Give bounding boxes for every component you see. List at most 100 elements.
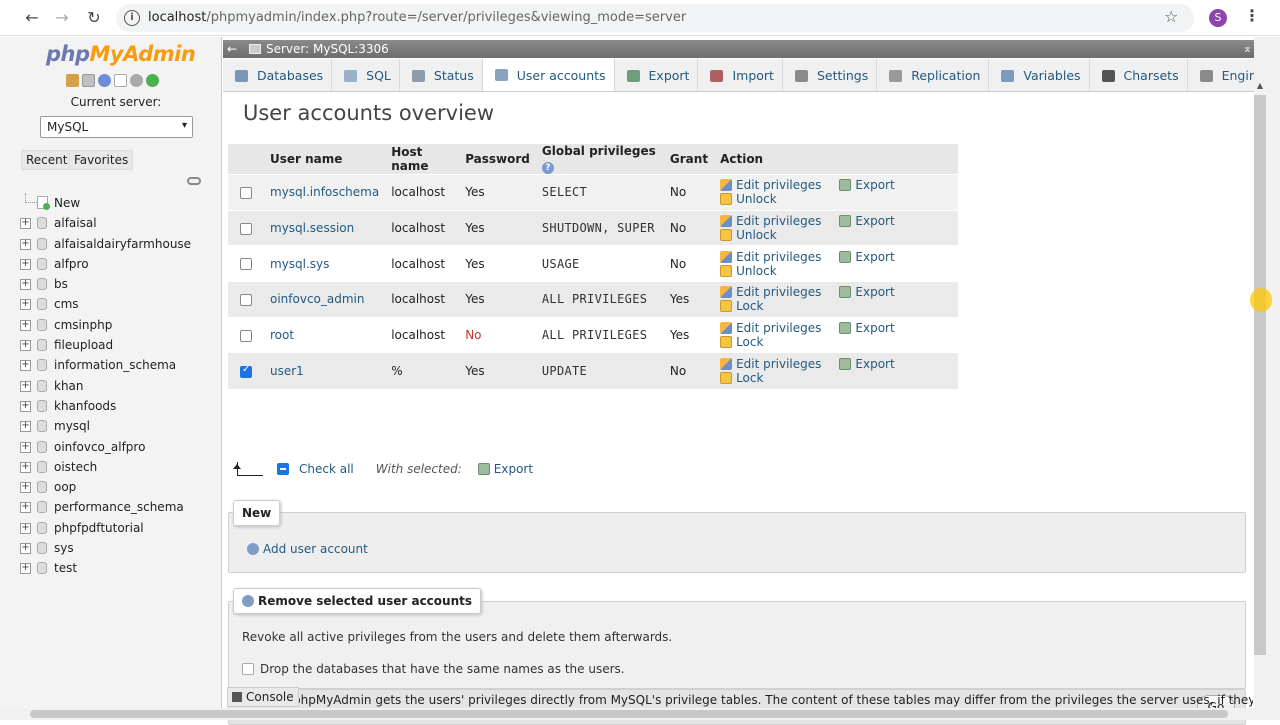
database-name[interactable]: alfpro	[54, 254, 89, 274]
add-user-account-link[interactable]: Add user account	[247, 542, 368, 556]
expand-icon[interactable]: +	[20, 319, 31, 331]
edit-privileges-link[interactable]: Edit privileges	[720, 250, 821, 264]
url-text[interactable]: localhost/phpmyadmin/index.php?route=/se…	[148, 10, 686, 25]
drop-databases-checkbox[interactable]	[242, 663, 254, 675]
table-row[interactable]: mysql.infoschema localhost Yes SELECT No Edit…	[228, 174, 959, 211]
database-name[interactable]: alfaisaldairyfarmhouse	[54, 234, 191, 254]
horizontal-scrollbar[interactable]	[0, 708, 1254, 720]
header-host[interactable]: Host name	[385, 144, 460, 175]
address-bar[interactable]: i localhost/phpmyadmin/index.php?route=/…	[116, 4, 1194, 32]
expand-icon[interactable]: +	[20, 502, 31, 514]
vertical-scrollbar[interactable]: ▲	[1254, 37, 1280, 720]
database-name[interactable]: oistech	[54, 457, 97, 477]
database-name[interactable]: cms	[54, 294, 79, 314]
user-name-cell[interactable]: mysql.sys	[264, 245, 386, 282]
row-checkbox[interactable]	[240, 364, 252, 378]
forward-arrow-icon[interactable]: →	[52, 8, 72, 28]
database-name[interactable]: cmsinphp	[54, 315, 112, 335]
expand-icon[interactable]: +	[20, 279, 31, 291]
expand-icon[interactable]: +	[20, 441, 31, 453]
expand-icon[interactable]: +	[20, 340, 31, 352]
collapse-top-icon[interactable]: ⌅	[1243, 40, 1252, 58]
database-name[interactable]: alfaisal	[54, 213, 97, 233]
row-checkbox[interactable]	[240, 329, 252, 342]
console-toggle[interactable]: Console	[227, 687, 299, 707]
tab-variables[interactable]: Variables	[989, 59, 1090, 91]
help-icon[interactable]	[98, 74, 111, 87]
header-global-privileges[interactable]: Global privileges ?	[535, 144, 664, 175]
database-name[interactable]: performance_schema	[54, 497, 184, 517]
database-name[interactable]: mysql	[54, 416, 90, 436]
expand-icon[interactable]: +	[20, 400, 31, 412]
export-link[interactable]: Export	[839, 178, 895, 192]
unlock-link[interactable]: Unlock	[720, 192, 777, 206]
export-link[interactable]: Export	[839, 285, 895, 299]
user-name-cell[interactable]: root	[264, 316, 386, 353]
tab-settings[interactable]: Settings	[783, 59, 878, 91]
database-name[interactable]: test	[54, 558, 77, 578]
database-name[interactable]: information_schema	[54, 355, 176, 375]
drop-databases-option[interactable]: Drop the databases that have the same na…	[242, 662, 625, 676]
logout-icon[interactable]	[82, 74, 95, 87]
user-name-cell[interactable]: mysql.session	[264, 209, 386, 246]
header-grant[interactable]: Grant	[663, 144, 715, 175]
expand-icon[interactable]: +	[20, 421, 31, 433]
unlock-link[interactable]: Unlock	[720, 228, 777, 242]
bulk-export-button[interactable]: Export	[477, 462, 533, 476]
expand-icon[interactable]: +	[20, 461, 31, 473]
reload-icon[interactable]: ↻	[84, 8, 104, 28]
table-row[interactable]: mysql.sys localhost Yes USAGE No Edit privile…	[228, 245, 959, 282]
settings-gear-icon[interactable]	[130, 74, 143, 87]
database-name[interactable]: oinfovco_alfpro	[54, 437, 145, 457]
row-checkbox[interactable]	[240, 186, 252, 199]
server-title[interactable]: Server: MySQL:3306	[266, 40, 389, 58]
tab-favorites[interactable]: Favorites	[69, 150, 134, 170]
header-user[interactable]: User name	[264, 144, 386, 175]
database-name[interactable]: fileupload	[54, 335, 113, 355]
tab-status[interactable]: Status	[400, 59, 483, 91]
edit-privileges-link[interactable]: Edit privileges	[720, 285, 821, 299]
scroll-up-icon[interactable]: ▲	[1254, 81, 1266, 90]
edit-privileges-link[interactable]: Edit privileges	[720, 214, 821, 228]
collapse-nav-icon[interactable]: ←	[225, 40, 239, 58]
table-row[interactable]: user1%YesUPDATENo Edit privileges Export Lo…	[228, 352, 959, 389]
table-row[interactable]: mysql.session localhost Yes SHUTDOWN, SUPER…	[228, 209, 959, 246]
lock-link[interactable]: Lock	[720, 335, 763, 349]
expand-icon[interactable]: +	[20, 543, 31, 555]
lock-link[interactable]: Lock	[720, 371, 763, 385]
user-name-cell[interactable]: oinfovco_admin	[264, 281, 386, 318]
expand-icon[interactable]: +	[20, 360, 31, 372]
edit-privileges-link[interactable]: Edit privileges	[720, 178, 821, 192]
expand-icon[interactable]: +	[20, 563, 31, 575]
bookmark-star-icon[interactable]: ☆	[1164, 7, 1178, 26]
row-checkbox[interactable]	[240, 222, 252, 235]
database-name[interactable]: khan	[54, 376, 84, 396]
export-link[interactable]: Export	[839, 214, 895, 228]
header-password[interactable]: Password	[459, 144, 536, 175]
tab-import[interactable]: Import	[698, 59, 783, 91]
database-name[interactable]: bs	[54, 274, 68, 294]
site-info-icon[interactable]: i	[124, 10, 140, 26]
table-row[interactable]: oinfovco_admin localhost Yes ALL PRIVILEGES…	[228, 281, 959, 318]
tab-user-accounts[interactable]: User accounts	[482, 59, 615, 91]
tab-replication[interactable]: Replication	[877, 59, 990, 91]
back-arrow-icon[interactable]: ←	[22, 8, 42, 28]
database-name[interactable]: khanfoods	[54, 396, 116, 416]
expand-icon[interactable]: +	[20, 299, 31, 311]
database-name[interactable]: phpfpdftutorial	[54, 518, 144, 538]
expand-icon[interactable]: +	[20, 258, 31, 270]
user-name-cell[interactable]: mysql.infoschema	[264, 174, 386, 211]
expand-icon[interactable]: +	[20, 238, 31, 250]
tab-export[interactable]: Export	[615, 59, 699, 91]
table-row[interactable]: root localhost No ALL PRIVILEGES Yes Edit pri…	[228, 316, 959, 353]
expand-icon[interactable]: +	[20, 218, 31, 230]
user-name-cell[interactable]: user1	[264, 352, 386, 389]
row-checkbox[interactable]	[240, 293, 252, 306]
server-select[interactable]: MySQL ▾	[40, 116, 193, 138]
link-with-main-icon[interactable]	[187, 177, 201, 185]
edit-privileges-link[interactable]: Edit privileges	[720, 321, 821, 335]
h-scroll-thumb[interactable]	[30, 710, 1228, 718]
profile-avatar[interactable]: S	[1209, 9, 1227, 27]
tab-charsets[interactable]: Charsets	[1090, 59, 1188, 91]
tab-recent[interactable]: Recent	[21, 150, 73, 170]
